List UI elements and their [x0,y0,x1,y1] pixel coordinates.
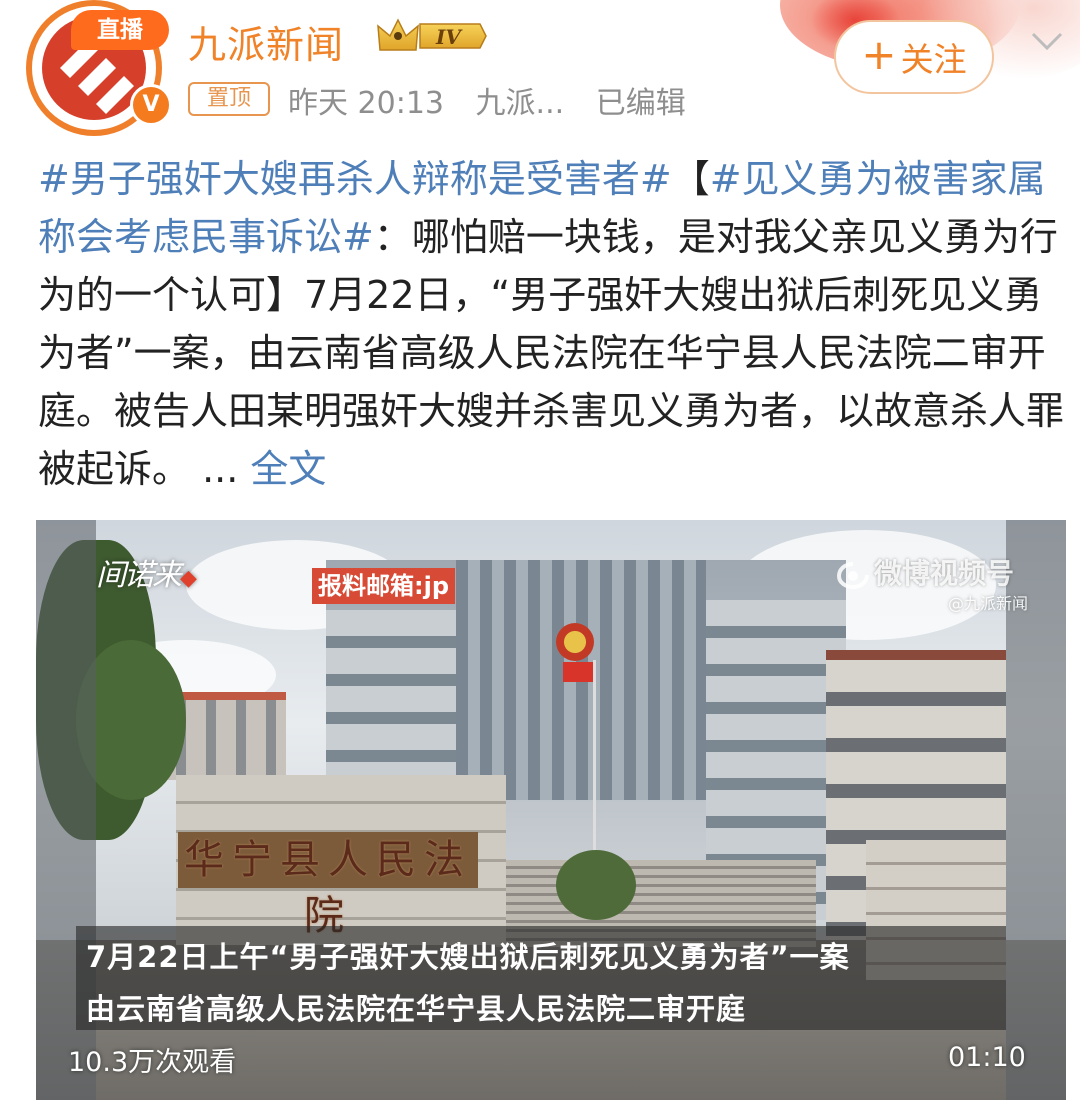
follow-button[interactable]: + 关注 [834,20,994,94]
verified-icon: V [130,84,172,126]
weibo-video-watermark: 微博视频号 [836,552,1014,592]
view-count: 10.3万次观看 [68,1047,237,1078]
edited-label: 已编辑 [595,86,686,121]
national-emblem [556,623,594,661]
hashtag-link[interactable]: #男子强奸大嫂再杀人辩称是受害者# [38,157,672,201]
author-name[interactable]: 九派新闻 [188,14,344,69]
post-source[interactable]: 九派... [476,86,565,121]
live-badge: 直播 [71,10,169,50]
plus-icon: + [861,30,897,79]
follow-label: 关注 [900,40,967,79]
weibo-logo-icon [836,562,869,590]
tip-email-tag: 报料邮箱:jp [312,568,456,604]
video-duration: 01:10 [948,1042,1026,1073]
caption-line-2: 由云南省高级人民法院在华宁县人民法院二审开庭 [86,992,747,1026]
crown-icon: IV [377,18,487,51]
video-player[interactable]: 华宁县人民法院 间诺来◆ 报料邮箱:jp 微博视频号 @九派新闻 7月22日上午… [36,520,1066,1100]
author-avatar[interactable]: 直播 V [26,0,172,136]
flag [563,662,593,682]
full-text-link[interactable]: 全文 [250,447,326,491]
post-content: #男子强奸大嫂再杀人辩称是受害者#【#见义勇为被害家属称会考虑民事诉讼#：哪怕赔… [38,150,1068,498]
caption-line-1: 7月22日上午“男子强奸大嫂出狱后刺死见义勇为者”一案 [86,940,850,974]
pinned-badge: 置顶 [188,82,270,116]
channel-logo: 间诺来◆ [96,558,197,593]
post-time: 昨天 20:13 [288,86,444,121]
ellipsis: ... [190,447,251,491]
chevron-down-icon[interactable] [1030,30,1064,52]
level-label: IV [435,25,463,49]
gate-sign: 华宁县人民法院 [178,832,478,939]
post-meta: 昨天 20:13 九派... 已编辑 [288,78,708,122]
bracket-open: 【 [671,157,710,201]
watermark-source: @九派新闻 [948,594,1029,613]
